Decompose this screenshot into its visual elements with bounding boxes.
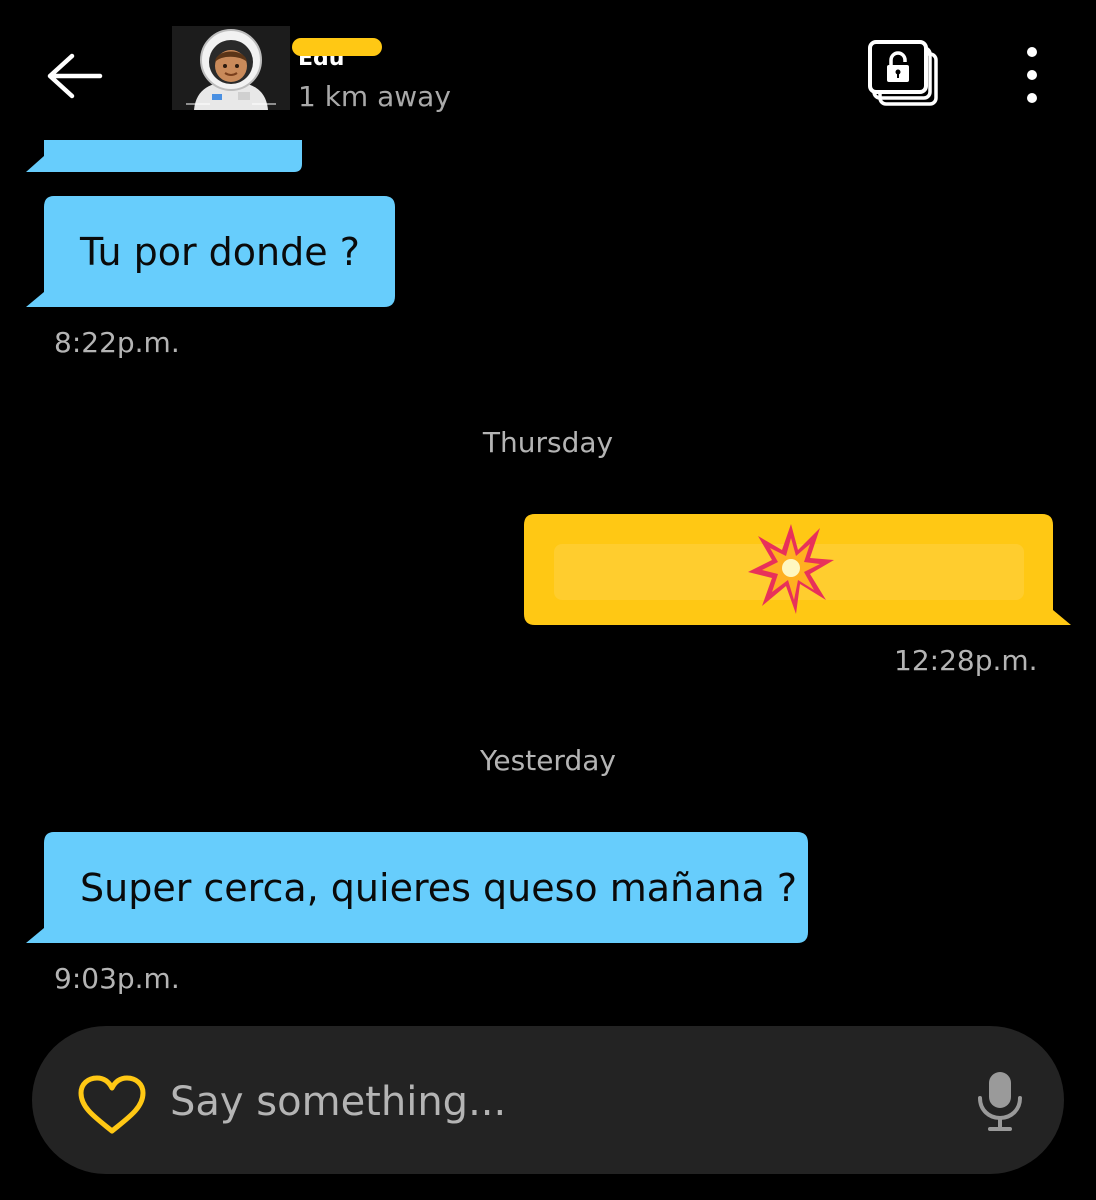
back-arrow-icon[interactable] [40, 48, 110, 104]
explosion-icon [746, 520, 836, 616]
message-timestamp: 8:22p.m. [54, 326, 180, 359]
message-text: Super cerca, quieres queso mañana ? [80, 866, 797, 910]
name-redaction-mark [292, 38, 382, 56]
more-options-icon[interactable] [1010, 44, 1054, 108]
heart-icon[interactable] [76, 1074, 148, 1136]
message-text: Tu por donde ? [80, 230, 360, 274]
message-input[interactable] [170, 1070, 950, 1134]
message-timestamp: 9:03p.m. [54, 962, 180, 995]
message-bubble-incoming[interactable]: Super cerca, quieres queso mañana ? [26, 832, 808, 944]
contact-distance: 1 km away [298, 80, 451, 113]
day-separator: Thursday [482, 426, 614, 459]
locked-album-icon[interactable] [868, 40, 940, 110]
day-separator: Yesterday [480, 744, 616, 777]
message-bubble-incoming-partial[interactable] [26, 140, 302, 174]
contact-avatar[interactable] [172, 26, 290, 110]
message-timestamp: 12:28p.m. [894, 644, 1038, 677]
message-bubble-outgoing[interactable] [524, 514, 1072, 626]
message-bubble-incoming[interactable]: Tu por donde ? [26, 196, 396, 308]
chat-screen: Edu 1 km away Tu por donde ? 8:22p.m. Th… [0, 0, 1096, 1200]
microphone-icon[interactable] [974, 1068, 1026, 1134]
